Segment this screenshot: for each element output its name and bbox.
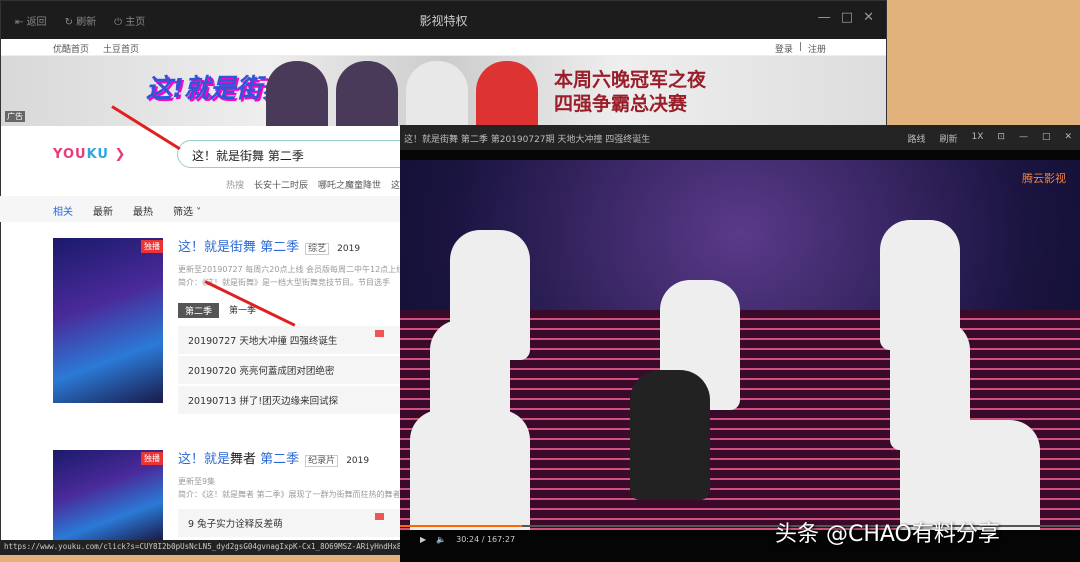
logo-part: YOU: [53, 147, 87, 162]
episode-label: 20190713 拼了!团灭边缘来回试探: [188, 396, 339, 407]
time-display: 30:24 / 167:27: [456, 534, 516, 544]
tab-filter[interactable]: 筛选 ˅: [173, 203, 201, 218]
player-close-button[interactable]: ✕: [1064, 132, 1072, 145]
logo-part: KU: [86, 147, 109, 162]
tab-latest[interactable]: 最新: [93, 203, 113, 218]
result-update: 更新至9集: [178, 477, 216, 486]
dancer: [630, 370, 710, 500]
poster-thumbnail[interactable]: 独播: [53, 450, 163, 540]
pin-button[interactable]: ⊡: [997, 132, 1005, 145]
title-part: 第二季: [256, 452, 300, 467]
hot-item[interactable]: 长安十二时辰: [254, 178, 308, 191]
exclusive-badge: 独播: [141, 452, 163, 465]
episode-item[interactable]: 20190713 拼了!团灭边缘来回试探: [178, 386, 400, 414]
maximize-button[interactable]: □: [841, 10, 853, 25]
year: 2019: [346, 456, 370, 466]
episode-label: 20190720 亮亮何蓋成团对团绝密: [188, 366, 335, 377]
status-bar-url: https://www.youku.com/click?s=CUY8I2b0pU…: [0, 540, 400, 555]
minimize-button[interactable]: —: [818, 10, 831, 25]
year: 2019: [337, 244, 361, 254]
close-button[interactable]: ✕: [863, 10, 874, 25]
hot-searches: 热搜 长安十二时辰 哪吒之魔童降世 这！就: [226, 178, 418, 191]
progress-fill: [400, 525, 523, 527]
hot-item[interactable]: 哪吒之魔童降世: [318, 178, 381, 191]
ad-banner[interactable]: 这!就是街舞 本周六晚冠军之夜 四强争霸总决赛 广告: [1, 56, 886, 126]
login-link[interactable]: 登录: [775, 42, 793, 55]
banner-slogan-1: 本周六晚冠军之夜: [554, 69, 707, 91]
result-title[interactable]: 这！就是街舞 第二季: [178, 240, 299, 255]
youku-home-link[interactable]: 优酷首页: [53, 42, 89, 55]
player-refresh-button[interactable]: 刷新: [939, 132, 957, 145]
play-icon[interactable]: ▶: [420, 535, 426, 544]
ad-label: 广告: [5, 111, 25, 122]
exclusive-badge: 独播: [141, 240, 163, 253]
season-2-button[interactable]: 第二季: [178, 303, 220, 318]
search-input[interactable]: 这！就是街舞 第二季: [177, 140, 407, 168]
title-part: 舞者: [230, 452, 257, 467]
hot-label: 热搜: [226, 181, 245, 191]
watermark: 头条 @CHAO有料分享: [775, 522, 1000, 547]
banner-slogan-2: 四强争霸总决赛: [554, 93, 688, 115]
youku-logo[interactable]: YOUKU ❯: [53, 147, 126, 162]
player-maximize-button[interactable]: □: [1042, 132, 1051, 145]
result-desc: 简介：《这！就是舞者 第二季》展现了一群为街舞而狂热的舞者: [178, 490, 400, 499]
episode-label: 20190727 天地大冲撞 四强终诞生: [188, 336, 338, 347]
player-title: 这！就是街舞 第二季 第20190727期 天地大冲撞 四强终诞生: [404, 135, 651, 145]
brand-logo: 腾云影视: [1022, 172, 1066, 185]
player-minimize-button[interactable]: —: [1019, 132, 1028, 145]
video-player-window: 这！就是街舞 第二季 第20190727期 天地大冲撞 四强终诞生 路线 刷新 …: [400, 125, 1080, 562]
volume-icon[interactable]: 🔈: [436, 535, 446, 544]
window-title: 影视特权: [419, 14, 468, 28]
site-nav: 优酷首页 土豆首页 登录 | 注册: [1, 39, 886, 56]
video-frame[interactable]: 腾云影视: [400, 160, 1080, 530]
register-link[interactable]: 注册: [808, 42, 826, 55]
new-badge: [375, 330, 384, 337]
result-update: 更新至20190727 每周六20点上线 会员版每周二中午12点上线: [178, 265, 400, 274]
episode-item[interactable]: 20190727 天地大冲撞 四强终诞生: [178, 326, 400, 354]
new-badge: [375, 513, 384, 520]
route-button[interactable]: 路线: [907, 132, 925, 145]
result-tabs: 相关 最新 最热 筛选 ˅: [0, 196, 400, 222]
tab-related[interactable]: 相关: [53, 203, 73, 218]
poster-thumbnail[interactable]: 独播: [53, 238, 163, 403]
search-result: 这！就是舞者 第二季 纪录片 2019 更新至9集 简介：《这！就是舞者 第二季》展…: [178, 448, 400, 537]
episode-item[interactable]: 20190720 亮亮何蓋成团对团绝密: [178, 356, 400, 384]
category-tag: 纪录片: [305, 455, 339, 467]
banner-people: [266, 61, 538, 126]
title-bar: ⇤ 返回 ↻ 刷新 ⏻ 主页 影视特权 — □ ✕: [1, 1, 886, 39]
episode-item[interactable]: 9 兔子实力诠释反差萌: [178, 509, 400, 537]
tab-hottest[interactable]: 最热: [133, 203, 153, 218]
result-title: 这！就是舞者 第二季: [178, 452, 299, 467]
tudou-home-link[interactable]: 土豆首页: [103, 42, 139, 55]
episode-label: 9 兔子实力诠释反差萌: [188, 519, 283, 530]
title-part: 这！就是: [178, 452, 231, 467]
speed-button[interactable]: 1X: [971, 132, 983, 145]
search-result: 这！就是街舞 第二季 综艺 2019 更新至20190727 每周六20点上线 会员…: [178, 236, 400, 414]
dancer: [410, 410, 530, 530]
player-header: 这！就是街舞 第二季 第20190727期 天地大冲撞 四强终诞生 路线 刷新 …: [400, 125, 1080, 150]
category-tag: 综艺: [305, 243, 330, 255]
dancer: [900, 420, 1040, 530]
